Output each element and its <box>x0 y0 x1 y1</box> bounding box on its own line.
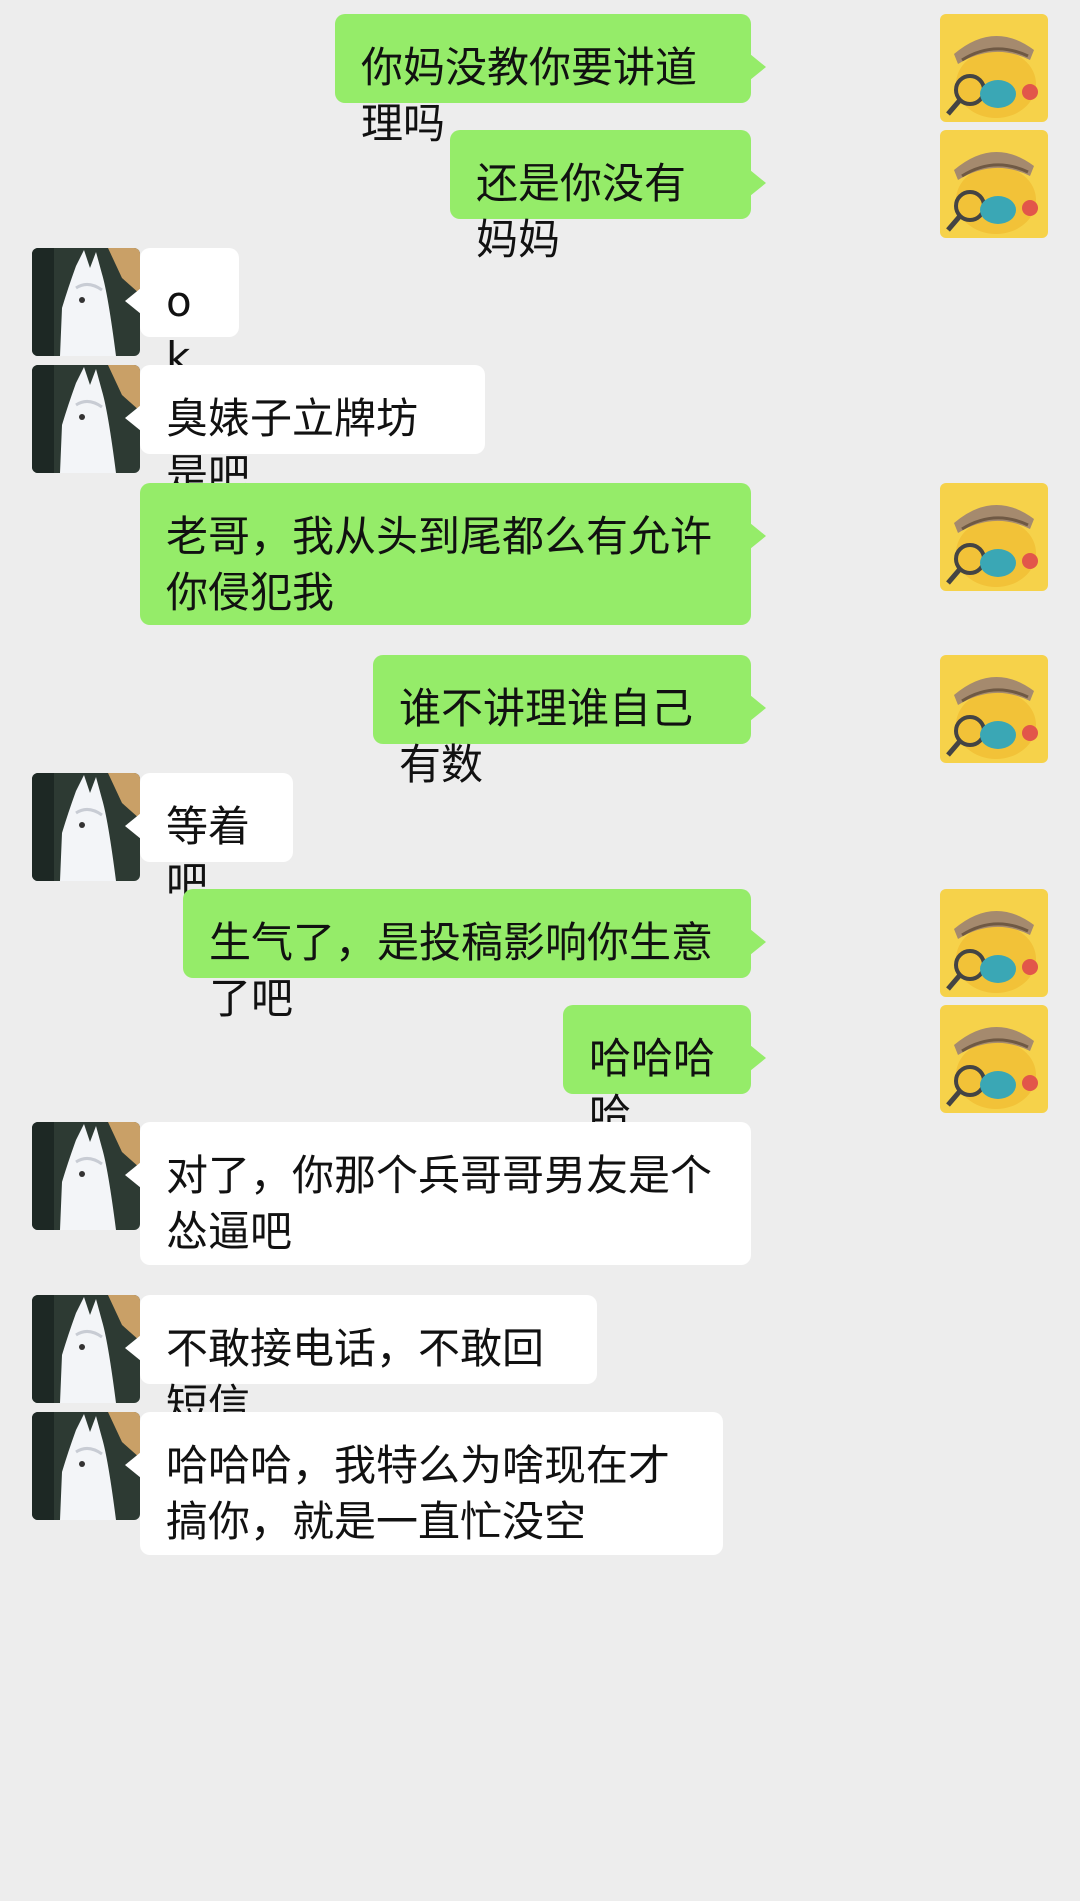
message-bubble-incoming[interactable]: 哈哈哈，我特么为啥现在才搞你，就是一直忙没空 <box>125 1412 723 1555</box>
message-bubble-outgoing[interactable]: 生气了，是投稿影响你生意了吧 <box>183 889 766 1023</box>
white-rabbit-avatar-icon <box>32 1122 140 1230</box>
message-bubble-incoming[interactable]: 臭婊子立牌坊是吧 <box>125 365 485 499</box>
message-bubble-outgoing[interactable]: 老哥，我从头到尾都么有允许你侵犯我 <box>140 483 766 625</box>
contact-avatar[interactable] <box>32 365 140 473</box>
contact-avatar[interactable] <box>32 248 140 356</box>
white-rabbit-avatar-icon <box>32 773 140 881</box>
message-text: 对了，你那个兵哥哥男友是个怂逼吧 <box>166 1151 713 1256</box>
message-text: 哈哈哈，我特么为啥现在才搞你，就是一直忙没空 <box>166 1441 671 1546</box>
pikachu-detective-avatar-icon <box>940 889 1048 997</box>
self-avatar[interactable] <box>940 483 1048 591</box>
message-bubble-incoming[interactable]: 对了，你那个兵哥哥男友是个怂逼吧 <box>125 1122 751 1265</box>
message-text: 谁不讲理谁自己有数 <box>399 684 694 789</box>
message-text: 老哥，我从头到尾都么有允许你侵犯我 <box>166 512 713 617</box>
white-rabbit-avatar-icon <box>32 248 140 356</box>
message-text: 还是你没有妈妈 <box>476 159 687 264</box>
pikachu-detective-avatar-icon <box>940 1005 1048 1113</box>
message-bubble-outgoing[interactable]: 还是你没有妈妈 <box>450 130 766 264</box>
self-avatar[interactable] <box>940 1005 1048 1113</box>
self-avatar[interactable] <box>940 130 1048 238</box>
message-bubble-outgoing[interactable]: 哈哈哈哈 <box>563 1005 766 1139</box>
message-bubble-incoming[interactable]: 不敢接电话，不敢回短信 <box>125 1295 597 1429</box>
message-bubble-incoming[interactable]: ok <box>125 248 239 382</box>
pikachu-detective-avatar-icon <box>940 130 1048 238</box>
pikachu-detective-avatar-icon <box>940 655 1048 763</box>
message-bubble-outgoing[interactable]: 你妈没教你要讲道理吗 <box>335 14 766 148</box>
pikachu-detective-avatar-icon <box>940 483 1048 591</box>
white-rabbit-avatar-icon <box>32 365 140 473</box>
message-bubble-outgoing[interactable]: 谁不讲理谁自己有数 <box>373 655 766 789</box>
white-rabbit-avatar-icon <box>32 1295 140 1403</box>
white-rabbit-avatar-icon <box>32 1412 140 1520</box>
contact-avatar[interactable] <box>32 1122 140 1230</box>
self-avatar[interactable] <box>940 889 1048 997</box>
self-avatar[interactable] <box>940 14 1048 122</box>
self-avatar[interactable] <box>940 655 1048 763</box>
contact-avatar[interactable] <box>32 1295 140 1403</box>
message-bubble-incoming[interactable]: 等着吧 <box>125 773 293 907</box>
contact-avatar[interactable] <box>32 1412 140 1520</box>
contact-avatar[interactable] <box>32 773 140 881</box>
pikachu-detective-avatar-icon <box>940 14 1048 122</box>
